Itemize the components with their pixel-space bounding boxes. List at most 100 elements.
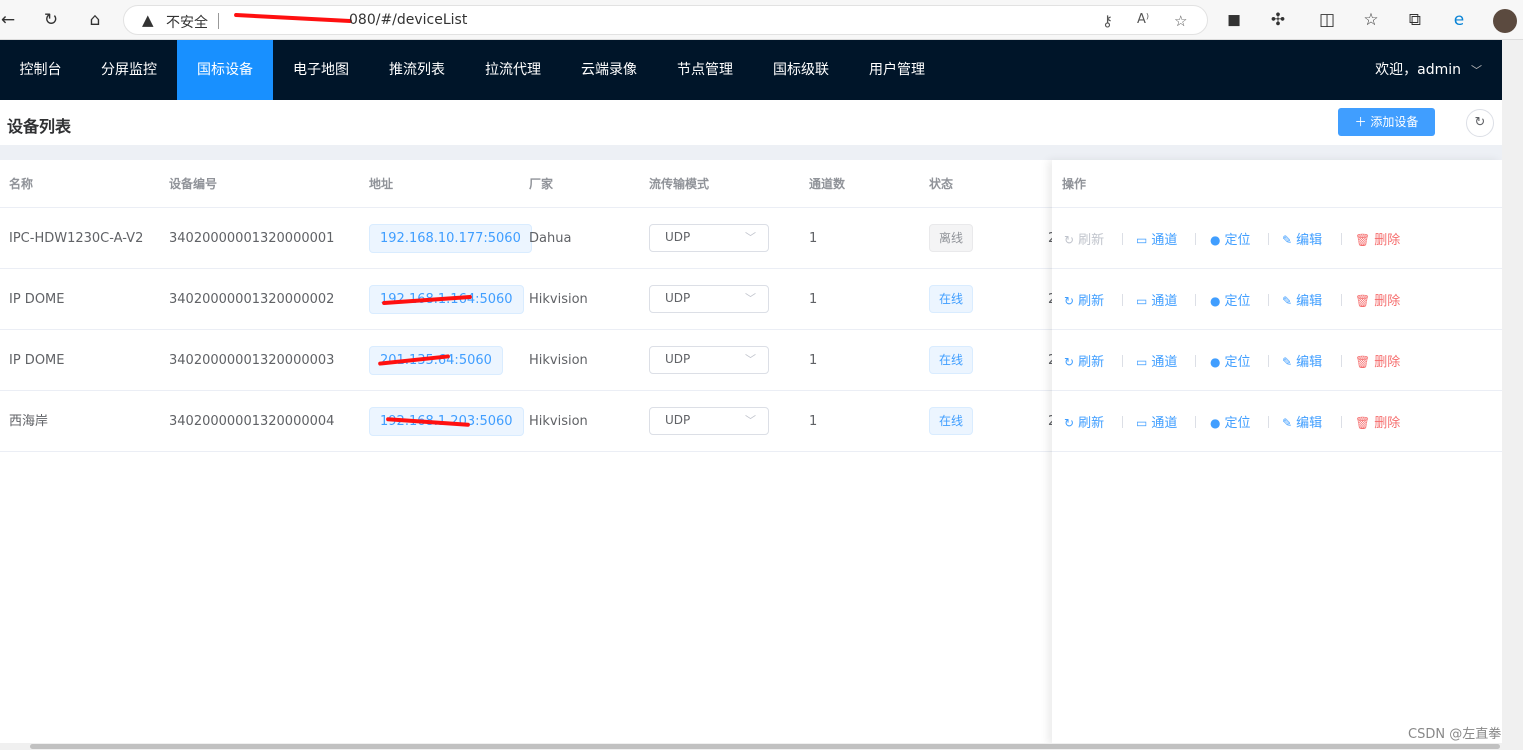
- header-device-id: 设备编号: [169, 177, 218, 191]
- section-divider: [0, 145, 1502, 160]
- nav-item-split-monitor[interactable]: 分屏监控: [81, 40, 177, 100]
- header-transport: 流传输模式: [649, 177, 710, 191]
- delete-action[interactable]: 🗑 删除: [1355, 290, 1400, 309]
- edit-action[interactable]: ✎ 编辑: [1282, 412, 1322, 431]
- refresh-action[interactable]: ↻ 刷新: [1064, 351, 1104, 370]
- profile-avatar[interactable]: [1493, 9, 1517, 33]
- locate-label: 定位: [1224, 233, 1251, 248]
- extension-icon[interactable]: ◼: [1222, 8, 1246, 32]
- vertical-scrollbar[interactable]: [1502, 40, 1523, 750]
- edit-pencil-icon: ✎: [1282, 294, 1293, 308]
- refresh-action[interactable]: ↻ 刷新: [1064, 412, 1104, 431]
- location-pin-icon: ●: [1210, 416, 1221, 430]
- device-id: 34020000001320000002: [169, 292, 335, 307]
- favorite-add-icon[interactable]: ☆: [1174, 12, 1187, 30]
- action-divider: [1341, 416, 1342, 428]
- channel-action[interactable]: ▭ 通道: [1136, 412, 1177, 431]
- edit-label: 编辑: [1296, 355, 1323, 370]
- nav-item-cloud-record[interactable]: 云端录像: [561, 40, 657, 100]
- edit-label: 编辑: [1296, 294, 1323, 309]
- transport-value: UDP: [665, 291, 691, 305]
- location-pin-icon: ●: [1210, 355, 1221, 369]
- channel-count: 1: [809, 231, 818, 246]
- delete-label: 删除: [1374, 233, 1401, 248]
- key-icon[interactable]: ⚷: [1102, 12, 1113, 30]
- locate-label: 定位: [1224, 294, 1251, 309]
- delete-action[interactable]: 🗑 删除: [1355, 351, 1400, 370]
- actions-row: ↻ 刷新 ▭ 通道 ● 定位 ✎ 编辑 🗑 删除: [1052, 268, 1502, 329]
- delete-action[interactable]: 🗑 删除: [1355, 412, 1400, 431]
- locate-action[interactable]: ● 定位: [1210, 290, 1251, 309]
- device-id: 34020000001320000003: [169, 353, 335, 368]
- device-id: 34020000001320000004: [169, 414, 335, 429]
- trash-icon: 🗑: [1355, 294, 1371, 308]
- address-bar[interactable]: ▲ 不安全 080/#/deviceList ⚷ A⁾ ☆: [123, 5, 1208, 35]
- video-camera-icon: ▭: [1136, 233, 1148, 247]
- nav-item-pull-proxy[interactable]: 拉流代理: [465, 40, 561, 100]
- nav-item-node-manage[interactable]: 节点管理: [657, 40, 753, 100]
- refresh-label: 刷新: [1078, 233, 1105, 248]
- warning-icon: ▲: [142, 11, 154, 29]
- action-divider: [1195, 294, 1196, 306]
- refresh-icon: ↻: [1064, 416, 1075, 430]
- refresh-action[interactable]: ↻ 刷新: [1064, 229, 1104, 248]
- collections-icon[interactable]: ⧉: [1403, 8, 1427, 32]
- transport-select[interactable]: UDP ﹀: [649, 224, 769, 252]
- locate-action[interactable]: ● 定位: [1210, 351, 1251, 370]
- locate-action[interactable]: ● 定位: [1210, 229, 1251, 248]
- transport-select[interactable]: UDP ﹀: [649, 407, 769, 435]
- nav-item-gb-cascade[interactable]: 国标级联: [753, 40, 849, 100]
- device-name: 西海岸: [9, 414, 49, 429]
- actions-row: ↻ 刷新 ▭ 通道 ● 定位 ✎ 编辑 🗑 删除: [1052, 390, 1502, 451]
- action-divider: [1268, 294, 1269, 306]
- channel-action[interactable]: ▭ 通道: [1136, 351, 1177, 370]
- action-divider: [1268, 233, 1269, 245]
- edge-icon[interactable]: e: [1447, 8, 1471, 32]
- refresh-icon: ↻: [1064, 233, 1075, 247]
- channel-label: 通道: [1151, 294, 1178, 309]
- watermark: CSDN @左直拳: [1408, 727, 1502, 742]
- manufacturer: Hikvision: [529, 414, 588, 429]
- action-divider: [1122, 233, 1123, 245]
- refresh-action[interactable]: ↻ 刷新: [1064, 290, 1104, 309]
- browser-toolbar: ← ↻ ⌂ ▲ 不安全 080/#/deviceList ⚷ A⁾ ☆ ◼ ✣ …: [0, 0, 1523, 40]
- header-channels: 通道数: [809, 177, 846, 191]
- read-aloud-icon[interactable]: A⁾: [1137, 12, 1149, 27]
- edit-action[interactable]: ✎ 编辑: [1282, 229, 1322, 248]
- add-device-button[interactable]: ＋ 添加设备: [1338, 108, 1435, 136]
- add-device-label: 添加设备: [1370, 115, 1419, 129]
- back-arrow-icon[interactable]: ←: [0, 8, 20, 32]
- nav-item-console[interactable]: 控制台: [0, 40, 81, 100]
- locate-action[interactable]: ● 定位: [1210, 412, 1251, 431]
- user-menu[interactable]: 欢迎，admin ﹀: [1375, 40, 1482, 100]
- chevron-down-icon: ﹀: [745, 231, 756, 244]
- favorites-icon[interactable]: ☆: [1359, 8, 1383, 32]
- action-divider: [1341, 294, 1342, 306]
- horizontal-scroll-thumb[interactable]: [30, 744, 1500, 749]
- nav-item-gb-devices[interactable]: 国标设备: [177, 40, 273, 100]
- channel-action[interactable]: ▭ 通道: [1136, 229, 1177, 248]
- reload-icon[interactable]: ↻: [39, 8, 63, 32]
- edit-action[interactable]: ✎ 编辑: [1282, 290, 1322, 309]
- transport-select[interactable]: UDP ﹀: [649, 346, 769, 374]
- transport-value: UDP: [665, 413, 691, 427]
- nav-item-map[interactable]: 电子地图: [273, 40, 369, 100]
- delete-label: 删除: [1374, 416, 1401, 431]
- puzzle-icon[interactable]: ✣: [1266, 8, 1290, 32]
- action-divider: [1122, 355, 1123, 367]
- user-greeting: 欢迎，admin: [1375, 62, 1461, 78]
- edit-action[interactable]: ✎ 编辑: [1282, 351, 1322, 370]
- nav-item-user-manage[interactable]: 用户管理: [849, 40, 945, 100]
- action-divider: [1195, 355, 1196, 367]
- split-screen-icon[interactable]: ◫: [1315, 8, 1339, 32]
- header-name: 名称: [9, 177, 34, 191]
- nav-item-push-list[interactable]: 推流列表: [369, 40, 465, 100]
- refresh-label: 刷新: [1078, 294, 1105, 309]
- channel-action[interactable]: ▭ 通道: [1136, 290, 1177, 309]
- refresh-icon: ↻: [1064, 355, 1075, 369]
- action-divider: [1341, 355, 1342, 367]
- home-icon[interactable]: ⌂: [83, 8, 107, 32]
- delete-action[interactable]: 🗑 删除: [1355, 229, 1400, 248]
- refresh-list-button[interactable]: ↻: [1466, 109, 1494, 137]
- transport-select[interactable]: UDP ﹀: [649, 285, 769, 313]
